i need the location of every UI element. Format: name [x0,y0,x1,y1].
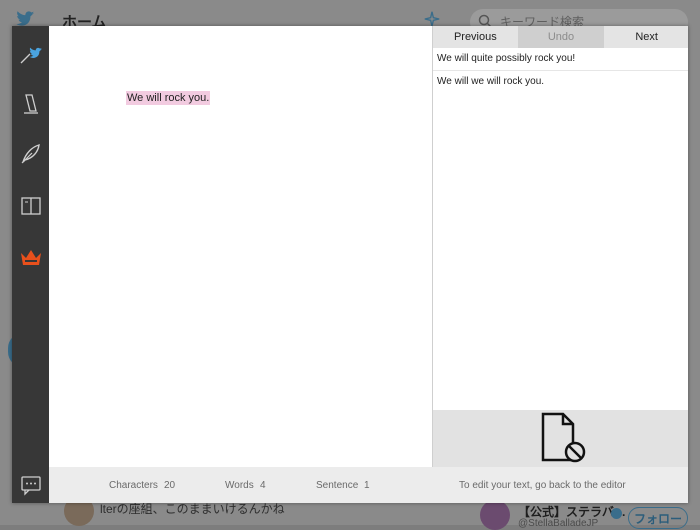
feather-icon[interactable] [18,141,44,167]
previous-button[interactable]: Previous [433,26,519,48]
empty-state-area [433,410,688,467]
sentence-label: Sentence [316,480,359,491]
document-blocked-icon [541,412,586,463]
pencil-icon[interactable] [18,91,44,117]
verified-badge-icon [611,508,622,519]
status-bar: Characters 20 Words 4 Sentence 1 To edit… [49,467,688,503]
follow-button[interactable]: フォロー [628,507,688,529]
suggestion-item[interactable]: We will quite possibly rock you! [433,48,688,71]
characters-label: Characters [109,480,158,491]
account-handle: @StellaBalladeJP [518,518,599,529]
suggestion-navigation: Previous Undo Next [433,26,688,48]
next-button[interactable]: Next [604,26,688,48]
editor-hint: To edit your text, go back to the editor [459,480,626,491]
crown-icon[interactable] [18,245,44,271]
book-icon[interactable] [18,193,44,219]
sidebar [12,26,49,503]
words-count: 4 [260,480,266,491]
highlighted-sentence[interactable]: We will rock you. [126,91,211,105]
twitter-pen-icon[interactable] [18,40,44,66]
text-editor[interactable]: We will rock you. [49,26,432,467]
avatar [480,500,510,530]
words-label: Words [225,480,254,491]
suggestion-item[interactable]: We will we will rock you. [433,71,688,94]
undo-button[interactable]: Undo [518,26,605,48]
sentence-count: 1 [364,480,370,491]
characters-count: 20 [164,480,176,491]
suggestions-panel: Previous Undo Next We will quite possibl… [432,26,688,467]
rewrite-modal: We will rock you. Previous Undo Next We … [12,26,688,503]
comment-icon[interactable] [18,471,44,497]
